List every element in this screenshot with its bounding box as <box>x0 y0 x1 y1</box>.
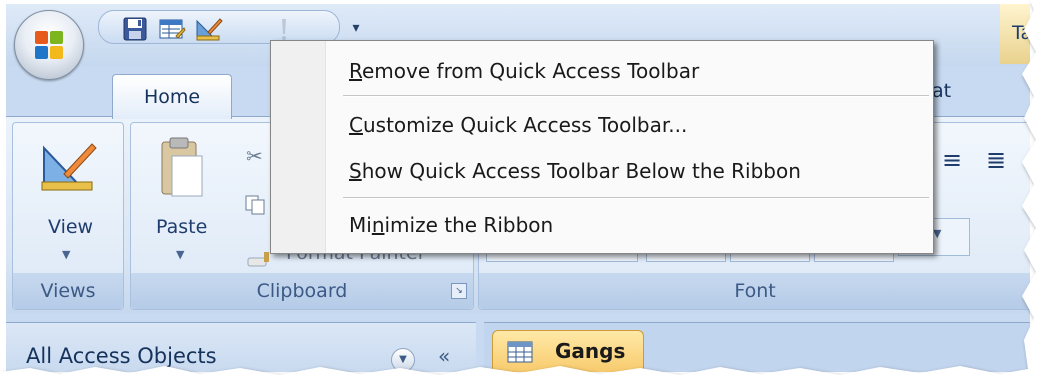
torn-edge-border <box>0 0 1058 381</box>
screenshot-frame: ▾ Ta Home at Views View ▼ Clipboard ↘ Pa… <box>0 0 1058 381</box>
